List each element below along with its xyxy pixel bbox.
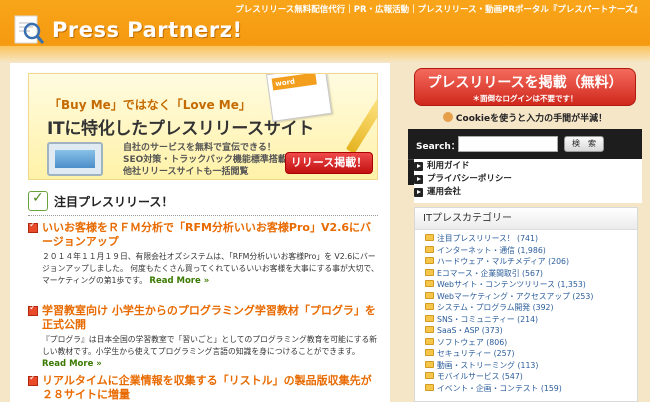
- site-logo[interactable]: Press Partnerz!: [52, 18, 243, 42]
- sidebar-links: 利用ガイド プライバシーポリシー 運用会社: [414, 159, 642, 203]
- folder-icon: [425, 360, 434, 368]
- category-item[interactable]: ハードウェア・マルチメディア (206): [425, 256, 637, 268]
- article-body: ２０１４年１１月１９日、有限会社オズシステムは、「RFM分析いいお客様Pro」を…: [42, 252, 379, 286]
- category-list: 注目プレスリリース！ (741) インターネット・通信 (1,986) ハードウ…: [415, 230, 637, 394]
- folder-icon: [425, 268, 434, 276]
- post-button-sublabel: ＊面倒なログインは不要です！: [472, 94, 578, 103]
- article-title[interactable]: 学習教室向け 小学生からのプログラミング学習教材「プログラ」を正式公開: [42, 304, 380, 332]
- post-press-release-button[interactable]: プレスリリースを掲載（無料） ＊面倒なログインは不要です！: [414, 68, 636, 106]
- release-post-button[interactable]: リリース掲載！: [285, 152, 373, 174]
- category-title: ITプレスカテゴリー: [415, 208, 637, 230]
- folder-icon: [425, 291, 434, 299]
- banner-line1: 「Buy Me」ではなく「Love Me」: [49, 98, 251, 112]
- magnifier-logo-icon: [14, 15, 45, 44]
- notepad-label: word: [271, 74, 317, 91]
- folder-icon: [425, 349, 434, 356]
- folder-icon: [425, 303, 434, 310]
- sidebar: プレスリリースを掲載（無料） ＊面倒なログインは不要です！ Cookieを使うと…: [408, 63, 642, 402]
- promo-banner[interactable]: 「Buy Me」ではなく「Love Me」 ITに特化したプレスリリースサイト …: [28, 73, 378, 180]
- news-article: リアルタイムに企業情報を収集する「リストル」の製品版収集先が２８サイトに増量: [28, 373, 380, 402]
- folder-icon: [425, 314, 434, 322]
- arrow-icon: [414, 188, 423, 197]
- category-item[interactable]: インターネット・通信 (1,986): [425, 245, 637, 257]
- post-button-label: プレスリリースを掲載（無料）: [427, 75, 623, 91]
- folder-icon: [425, 337, 434, 345]
- notepad-icon: word: [265, 74, 333, 122]
- checkbox-icon: [28, 303, 38, 316]
- news-article: 学習教室向け 小学生からのプログラミング学習教材「プログラ」を正式公開 『プログ…: [28, 303, 380, 370]
- category-item[interactable]: 注目プレスリリース！ (741): [425, 233, 637, 245]
- category-item[interactable]: Webマーケティング・アクセスアップ (253): [425, 291, 637, 303]
- checkbox-icon: [28, 373, 38, 386]
- news-article: いいお客様をＲＦＭ分析で「RFM分析いいお客様Pro」V2.6にバージョンアップ…: [28, 220, 380, 287]
- folder-icon: [425, 372, 434, 379]
- search-label: Search：: [416, 142, 460, 152]
- folder-icon: [425, 280, 434, 287]
- article-title[interactable]: いいお客様をＲＦＭ分析で「RFM分析いいお客様Pro」V2.6にバージョンアップ: [42, 221, 380, 249]
- cookie-note: Cookieを使うと入力の手間が半減！: [414, 111, 636, 124]
- search-input[interactable]: [458, 136, 558, 152]
- category-item[interactable]: モバイルサービス (547): [425, 371, 637, 383]
- checklist-icon: [28, 190, 48, 211]
- read-more-link[interactable]: Read More »: [149, 276, 209, 286]
- link-usage-guide[interactable]: 利用ガイド: [414, 161, 642, 172]
- folder-icon: [425, 326, 434, 333]
- article-title[interactable]: リアルタイムに企業情報を収集する「リストル」の製品版収集先が２８サイトに増量: [42, 374, 380, 402]
- category-panel: ITプレスカテゴリー 注目プレスリリース！ (741) インターネット・通信 (…: [414, 207, 638, 402]
- folder-icon: [425, 234, 434, 241]
- folder-icon: [425, 245, 434, 253]
- checkbox-icon: [28, 220, 38, 233]
- category-item[interactable]: セキュリティー (257): [425, 348, 637, 360]
- site-tagline: プレスリリース無料配信代行｜PR・広報活動｜プレスリリース・動画PRポータル『プ…: [235, 5, 642, 15]
- category-item[interactable]: 動画・ストリーミング (113): [425, 360, 637, 372]
- category-item[interactable]: Eコマース・企業間取引 (567): [425, 268, 637, 280]
- category-item[interactable]: システム・プログラム開発 (392): [425, 302, 637, 314]
- search-button[interactable]: 検 索: [564, 136, 604, 152]
- category-item[interactable]: SNS・コミュニティー (214): [425, 314, 637, 326]
- divider: [28, 215, 378, 216]
- link-operating-company[interactable]: 運用会社: [414, 187, 642, 198]
- banner-feature: 他社リリースサイトも一括閲覧: [123, 167, 249, 177]
- folder-icon: [425, 257, 434, 264]
- arrow-icon: [414, 162, 423, 171]
- category-item[interactable]: Webサイト・コンテンツリリース (1,353): [425, 279, 637, 291]
- category-item[interactable]: ソフトウェア (806): [425, 337, 637, 349]
- link-privacy-policy[interactable]: プライバシーポリシー: [414, 174, 642, 185]
- article-body: 『プログラ』は日本全国の学習教室で「習いごと」としてのプログラミング教育を可能に…: [42, 335, 378, 369]
- category-item[interactable]: イベント・企画・コンテスト (159): [425, 383, 637, 395]
- site-header: Press Partnerz! プレスリリース無料配信代行｜PR・広報活動｜プレ…: [0, 0, 650, 62]
- pencil-icon: [345, 97, 377, 155]
- cookie-icon: [442, 112, 453, 122]
- read-more-link[interactable]: Read More »: [42, 359, 102, 369]
- header-band: [0, 46, 650, 62]
- main-content: 「Buy Me」ではなく「Love Me」 ITに特化したプレスリリースサイト …: [10, 63, 390, 402]
- laptop-icon: [47, 142, 103, 176]
- featured-news-title: 注目プレスリリース！: [54, 195, 174, 209]
- folder-icon: [425, 383, 434, 391]
- category-item[interactable]: SaaS・ASP (373): [425, 325, 637, 337]
- arrow-icon: [414, 175, 423, 184]
